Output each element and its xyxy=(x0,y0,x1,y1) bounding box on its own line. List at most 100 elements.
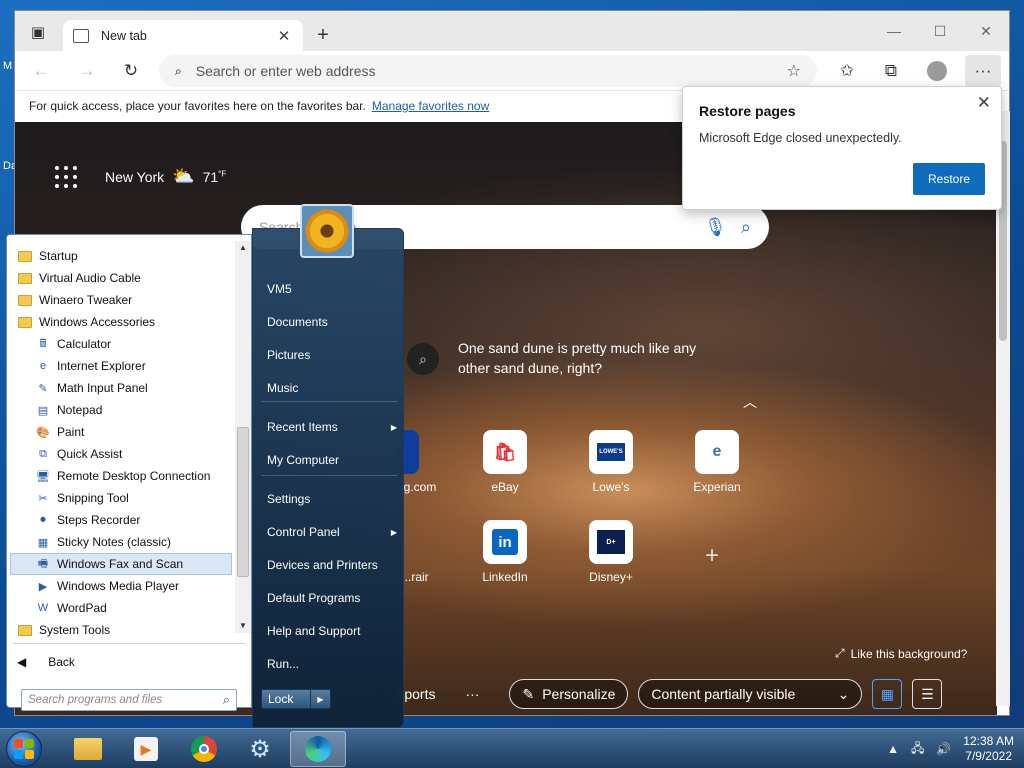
media-player-taskbar-icon[interactable]: ▶ xyxy=(118,731,174,767)
add-quicklink-icon[interactable]: + xyxy=(705,542,719,570)
program-item[interactable]: Winaero Tweaker xyxy=(17,289,132,311)
quicklink-linkedin[interactable]: in LinkedIn xyxy=(465,520,545,584)
volume-icon[interactable]: 🔊 xyxy=(936,742,951,756)
program-item[interactable]: Windows Accessories xyxy=(17,311,155,333)
tab-actions-icon[interactable]: ▣ xyxy=(23,19,53,45)
program-item[interactable]: ⧉ Quick Assist xyxy=(35,443,122,465)
close-tab-icon[interactable]: ✕ xyxy=(275,27,293,45)
manage-favorites-link[interactable]: Manage favorites now xyxy=(372,99,489,113)
start-right-item[interactable]: Control Panel ▶ xyxy=(267,520,397,544)
refresh-icon[interactable]: ↻ xyxy=(115,55,147,87)
quicklink-experian[interactable]: e Experian xyxy=(677,430,757,494)
file-explorer-icon[interactable] xyxy=(60,731,116,767)
minimize-icon[interactable]: — xyxy=(871,19,917,43)
program-item[interactable]: Virtual Audio Cable xyxy=(17,267,141,289)
image-search-icon[interactable]: ⌕ xyxy=(407,343,439,375)
start-right-item[interactable]: Devices and Printers xyxy=(267,553,397,577)
start-right-item[interactable]: Settings xyxy=(267,487,397,511)
start-right-item[interactable]: Help and Support xyxy=(267,619,397,643)
clock[interactable]: 12:38 AM 7/9/2022 xyxy=(963,734,1014,764)
program-item[interactable]: ⏺ Steps Recorder xyxy=(35,509,140,531)
grid-layout-icon[interactable]: ▦ xyxy=(872,679,903,709)
search-programs-input[interactable]: Search programs and files ⌕ xyxy=(21,689,237,711)
search-submit-icon[interactable]: ⌕ xyxy=(741,217,751,238)
program-item[interactable]: ▤ Notepad xyxy=(35,399,103,421)
back-label: Back xyxy=(48,655,75,669)
program-item[interactable]: 🖷 Windows Fax and Scan xyxy=(10,553,232,575)
program-item[interactable]: W WordPad xyxy=(35,597,107,619)
back-button[interactable]: ◀ Back xyxy=(17,655,75,669)
program-item[interactable]: 🖩 Calculator xyxy=(35,333,111,355)
program-item[interactable]: ✎ Math Input Panel xyxy=(35,377,147,399)
start-right-item[interactable]: Run... xyxy=(267,652,397,676)
quicklink-lowes[interactable]: LOWE'S Lowe's xyxy=(571,430,651,494)
quicklink-ebay[interactable]: 🛍 eBay xyxy=(465,430,545,494)
restore-pages-dialog: Restore pages Microsoft Edge closed unex… xyxy=(682,86,1002,210)
microphone-icon[interactable]: 🎙 xyxy=(704,217,727,238)
collections-icon[interactable]: ⧉ xyxy=(875,55,907,87)
settings-gear-icon[interactable]: ⚙ xyxy=(232,731,288,767)
program-label: Notepad xyxy=(57,403,103,417)
address-bar[interactable]: ⌕ Search or enter web address ☆ xyxy=(159,55,817,87)
network-icon[interactable]: 🖧 xyxy=(911,739,924,760)
media-player-icon: ▶ xyxy=(38,580,48,593)
list-layout-icon[interactable]: ☰ xyxy=(912,679,943,709)
close-icon[interactable]: ✕ xyxy=(977,93,991,113)
program-item[interactable]: e Internet Explorer xyxy=(35,355,146,377)
user-avatar[interactable] xyxy=(300,204,354,258)
program-item[interactable]: ✂ Snipping Tool xyxy=(35,487,128,509)
scroll-down-icon[interactable]: ▼ xyxy=(235,621,251,630)
background-quote[interactable]: One sand dune is pretty much like any ot… xyxy=(458,338,718,378)
start-right-item[interactable]: Documents xyxy=(267,310,397,334)
browser-toolbar: ← → ↻ ⌕ Search or enter web address ☆ ✩ … xyxy=(15,51,1009,91)
more-options-icon[interactable]: ··· xyxy=(465,686,479,702)
content-visibility-dropdown[interactable]: Content partially visible ⌄ xyxy=(638,679,863,709)
program-item[interactable]: 🎨 Paint xyxy=(35,421,84,443)
program-label: Windows Media Player xyxy=(57,579,180,593)
forward-arrow-icon[interactable]: → xyxy=(71,55,103,87)
like-background-link[interactable]: ⤢ Like this background? xyxy=(835,646,967,661)
lock-button[interactable]: Lock xyxy=(261,689,311,709)
start-button[interactable] xyxy=(6,731,42,767)
tab-new-tab[interactable]: New tab ✕ xyxy=(63,20,303,51)
profile-avatar-icon[interactable] xyxy=(921,55,953,87)
program-item[interactable]: ▶ Windows Media Player xyxy=(35,575,179,597)
program-item[interactable]: 🖥 Remote Desktop Connection xyxy=(35,465,210,487)
restore-button[interactable]: Restore xyxy=(913,163,985,195)
scroll-up-icon[interactable]: ▲ xyxy=(235,243,251,252)
lowes-icon: LOWE'S xyxy=(589,430,633,474)
apps-launcher-icon[interactable] xyxy=(55,166,77,188)
quicklink-disney[interactable]: D+ Disney+ xyxy=(571,520,651,584)
chevron-down-icon: ⌄ xyxy=(837,685,850,702)
maximize-icon[interactable]: ☐ xyxy=(917,19,963,43)
power-options-arrow-icon[interactable]: ▶ xyxy=(311,689,331,709)
show-hidden-icons-icon[interactable]: ▲ xyxy=(887,742,899,756)
tile-label-ebay: eBay xyxy=(491,480,519,494)
start-right-label: Pictures xyxy=(267,348,311,362)
chevron-up-icon[interactable]: ︿ xyxy=(743,392,757,412)
start-right-item[interactable]: VM5 xyxy=(267,277,397,301)
tile-label-experian: Experian xyxy=(693,480,741,494)
program-item[interactable]: ▦ Sticky Notes (classic) xyxy=(35,531,171,553)
program-label: System Tools xyxy=(39,623,111,637)
start-right-item[interactable]: Pictures xyxy=(267,343,397,367)
start-right-label: VM5 xyxy=(267,282,292,296)
edge-taskbar-icon[interactable] xyxy=(290,731,346,767)
program-item[interactable]: Startup xyxy=(17,245,78,267)
scroll-thumb[interactable] xyxy=(237,427,249,577)
programs-scrollbar[interactable]: ▲ ▼ xyxy=(235,241,251,633)
start-right-item[interactable]: Default Programs xyxy=(267,586,397,610)
settings-more-icon[interactable]: ··· xyxy=(965,55,1001,87)
add-favorite-icon[interactable]: ☆ xyxy=(787,61,801,81)
chrome-icon[interactable] xyxy=(176,731,232,767)
close-window-icon[interactable]: ✕ xyxy=(963,19,1009,43)
weather-widget[interactable]: New York ⛅ 71°F xyxy=(105,166,226,187)
back-arrow-icon[interactable]: ← xyxy=(25,55,57,87)
start-right-item[interactable]: Recent Items ▶ xyxy=(267,415,397,439)
personalize-button[interactable]: ✎ Personalize xyxy=(509,679,629,709)
start-right-item[interactable]: My Computer xyxy=(267,448,397,472)
start-right-item[interactable]: Music xyxy=(267,376,397,400)
favorites-icon[interactable]: ✩ xyxy=(831,55,863,87)
program-item[interactable]: System Tools xyxy=(17,619,110,641)
new-tab-button[interactable]: + xyxy=(311,23,335,47)
